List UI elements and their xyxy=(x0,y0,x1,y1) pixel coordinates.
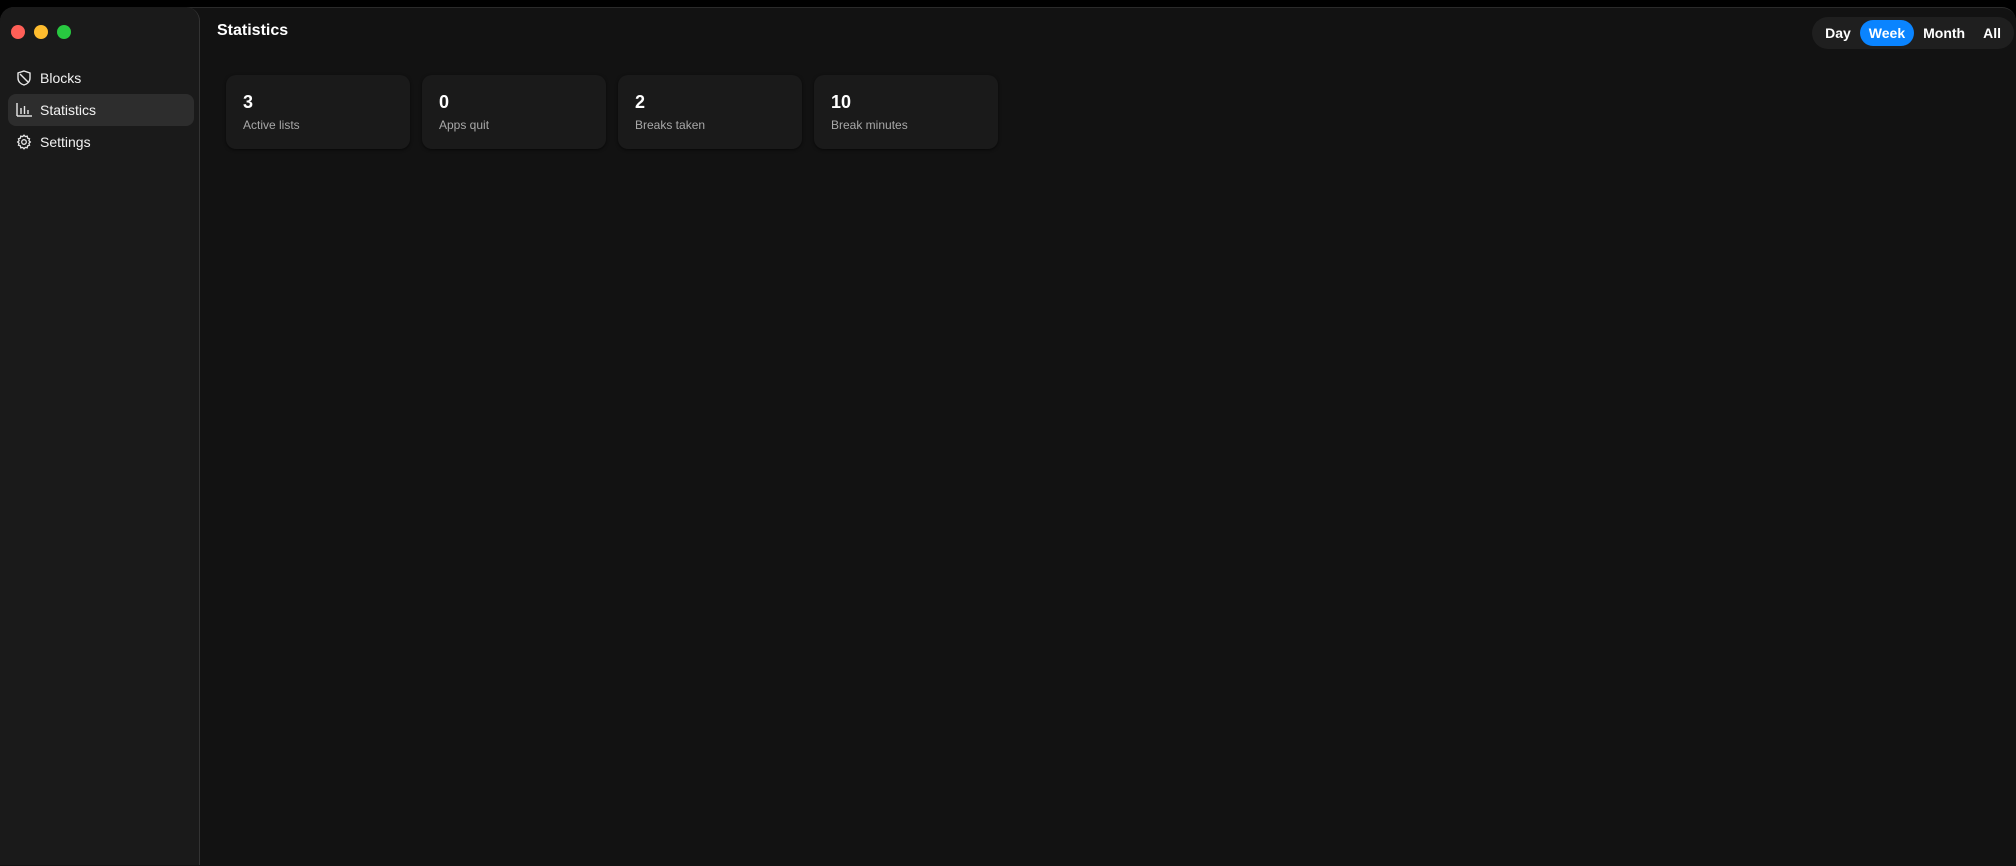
stat-label: Breaks taken xyxy=(635,118,706,132)
maximize-window-button[interactable] xyxy=(57,25,71,39)
shield-icon xyxy=(16,70,32,86)
sidebar: Blocks Statistics Settings xyxy=(0,7,200,865)
stat-value: 3 xyxy=(243,92,254,112)
stat-value: 2 xyxy=(635,92,646,112)
sidebar-item-label: Settings xyxy=(40,134,91,150)
stat-card-breaks-taken: 2 Breaks taken xyxy=(618,75,802,149)
sidebar-item-label: Statistics xyxy=(40,102,97,118)
stat-label: Apps quit xyxy=(439,118,490,132)
range-option-month[interactable]: Month xyxy=(1914,20,1974,46)
stats-cards: 3 Active lists 0 Apps quit 2 Breaks take… xyxy=(226,75,998,149)
stat-card-active-lists: 3 Active lists xyxy=(226,75,410,149)
range-option-day[interactable]: Day xyxy=(1816,20,1860,46)
sidebar-item-blocks[interactable]: Blocks xyxy=(8,62,194,94)
gear-icon xyxy=(16,134,32,150)
sidebar-item-settings[interactable]: Settings xyxy=(8,126,194,158)
stat-label: Break minutes xyxy=(831,118,908,132)
range-option-all[interactable]: All xyxy=(1974,20,2010,46)
close-window-button[interactable] xyxy=(11,25,25,39)
range-selector: Day Week Month All xyxy=(1812,17,2014,49)
stat-card-break-minutes: 10 Break minutes xyxy=(814,75,998,149)
stat-label: Active lists xyxy=(243,118,300,132)
sidebar-item-statistics[interactable]: Statistics xyxy=(8,94,194,126)
stat-value: 10 xyxy=(831,92,852,112)
sidebar-item-label: Blocks xyxy=(40,70,82,86)
page-title: Statistics xyxy=(217,22,289,39)
range-option-week[interactable]: Week xyxy=(1859,20,1915,46)
bar-chart-icon xyxy=(16,102,32,118)
minimize-window-button[interactable] xyxy=(34,25,48,39)
stat-card-apps-quit: 0 Apps quit xyxy=(422,75,606,149)
stat-value: 0 xyxy=(439,92,450,112)
sidebar-nav: Blocks Statistics Settings xyxy=(8,62,194,158)
